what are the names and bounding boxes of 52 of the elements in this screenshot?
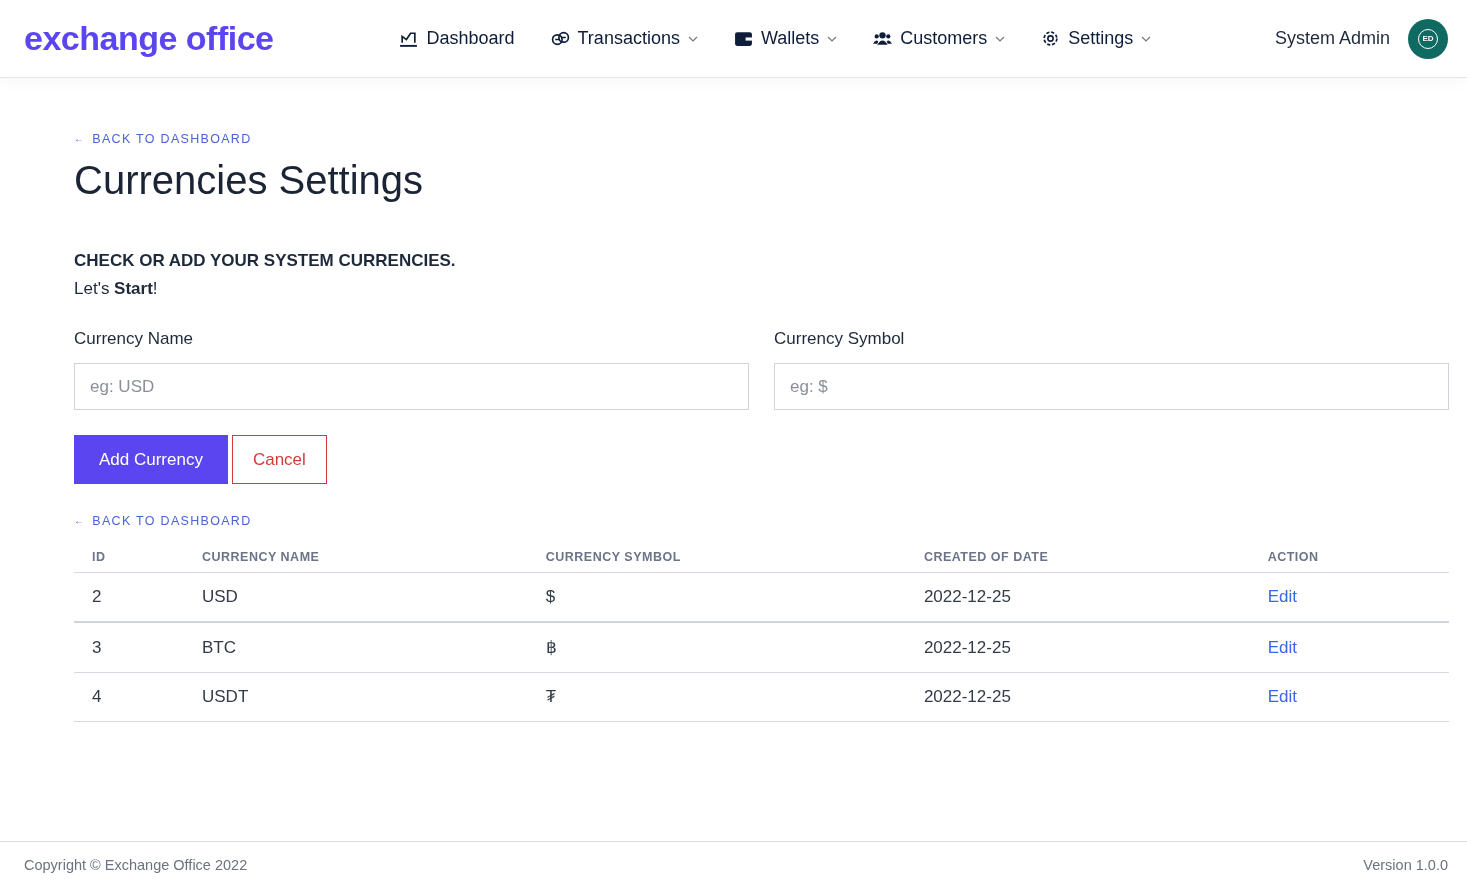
column-header: ID <box>74 540 184 573</box>
input-field[interactable]: eg: USD <box>74 363 749 410</box>
table-cell: USD <box>184 572 528 622</box>
field-label: Currency Symbol <box>774 329 906 349</box>
rings-icon <box>550 29 570 48</box>
logo[interactable]: exchange office <box>24 19 274 58</box>
arrow-left-icon: ← <box>74 133 86 144</box>
nav-link[interactable]: Wallets <box>733 28 838 49</box>
page-title: Currencies Settings <box>74 158 425 203</box>
back-link[interactable]: ← BACK TO DASHBOARD <box>74 131 252 146</box>
table-cell: 2022-12-25 <box>905 622 1250 673</box>
table-cell: ₮ <box>527 672 906 722</box>
edit-link[interactable]: Edit <box>1267 587 1297 606</box>
arrow-left-icon: ← <box>74 515 86 526</box>
nav-link[interactable]: Transactions <box>550 28 698 49</box>
avatar[interactable]: ED <box>1408 18 1448 59</box>
table-cell: 2022-12-25 <box>905 572 1250 622</box>
gear-icon <box>1041 29 1061 48</box>
table-cell: 2 <box>74 572 184 622</box>
version-text: Version 1.0.0 <box>1363 857 1448 873</box>
table-cell: 3 <box>74 622 184 673</box>
edit-link[interactable]: Edit <box>1267 687 1297 706</box>
user-name: System Admin <box>1274 28 1390 49</box>
add-button[interactable]: Add Currency <box>74 435 228 484</box>
nav-link[interactable]: Settings <box>1041 28 1152 49</box>
caret-icon <box>995 35 1006 42</box>
table-cell: ฿ <box>527 622 906 673</box>
caret-icon <box>1141 35 1152 42</box>
caret-icon <box>827 35 838 42</box>
nav-link[interactable]: Customers <box>873 28 1006 49</box>
edit-link[interactable]: Edit <box>1267 637 1297 657</box>
section-heading: CHECK OR ADD YOUR SYSTEM CURRENCIES. <box>74 251 457 271</box>
wallet-icon <box>733 29 753 48</box>
chart-icon <box>399 29 419 48</box>
users-icon <box>873 29 893 48</box>
cancel-button[interactable]: Cancel <box>231 435 327 484</box>
table-cell: 4 <box>74 672 184 722</box>
column-header: CURRENCY SYMBOL <box>527 540 906 573</box>
table-cell: 2022-12-25 <box>905 672 1250 722</box>
column-header: ACTION <box>1249 540 1449 573</box>
column-header: CREATED OF DATE <box>905 540 1250 573</box>
column-header: CURRENCY NAME <box>184 540 528 573</box>
input-field[interactable]: eg: $ <box>774 363 1449 410</box>
table-cell: $ <box>527 572 906 622</box>
back-link[interactable]: ← BACK TO DASHBOARD <box>74 513 252 528</box>
nav-link[interactable]: Dashboard <box>399 28 515 49</box>
table-cell: USDT <box>184 672 528 722</box>
field-label: Currency Name <box>74 329 195 349</box>
caret-icon <box>687 35 698 42</box>
intro-text: Let's Start! <box>74 279 159 299</box>
table-cell: BTC <box>184 622 528 673</box>
copyright-text: Copyright © Exchange Office 2022 <box>24 857 248 873</box>
